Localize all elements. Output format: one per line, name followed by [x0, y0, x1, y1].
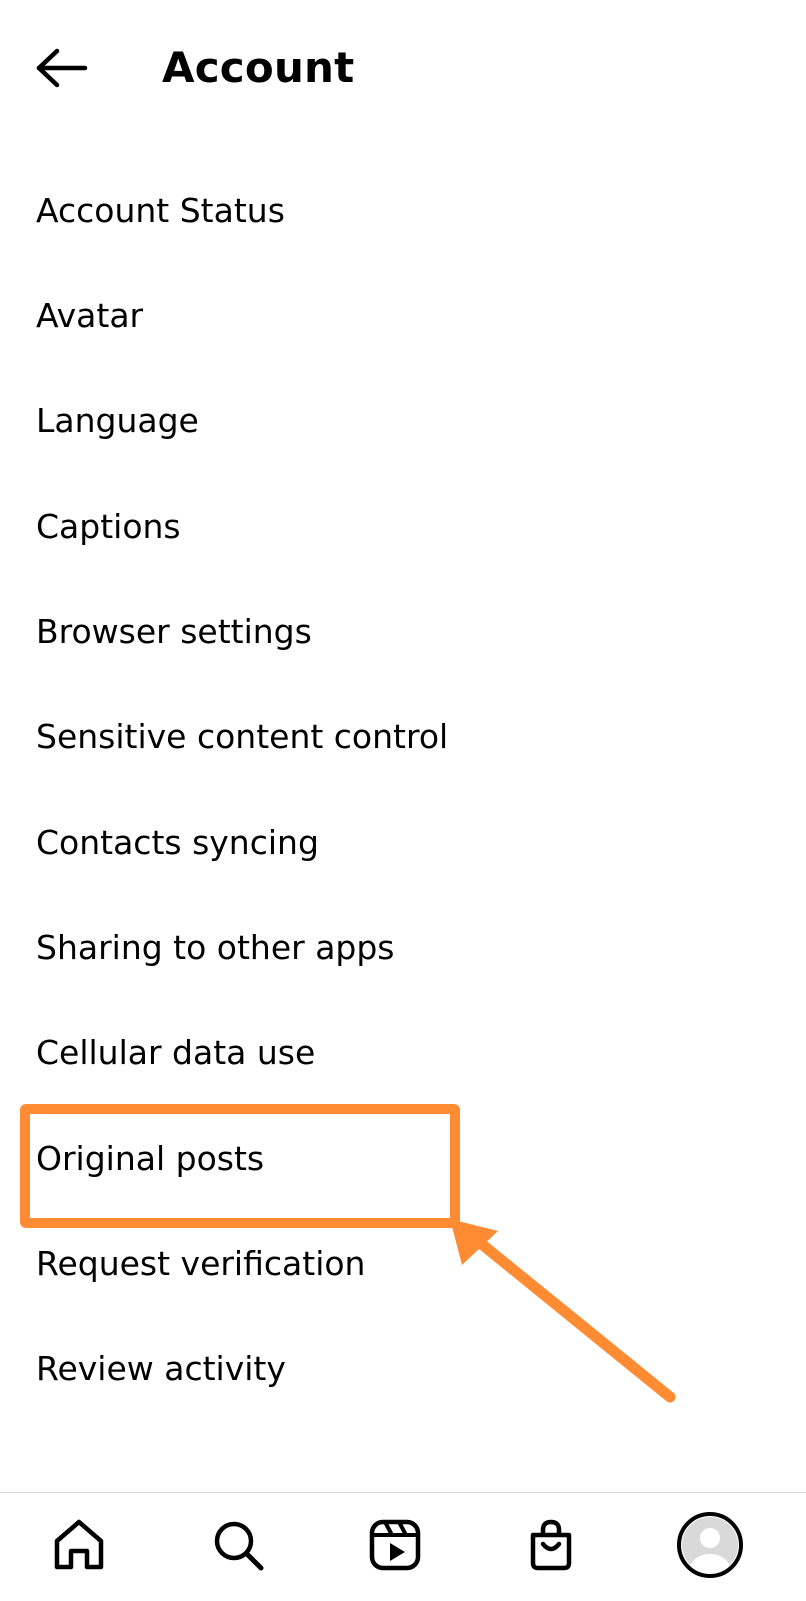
- menu-item-label: Avatar: [36, 296, 144, 335]
- menu-item-label: Review activity: [36, 1349, 286, 1388]
- nav-profile[interactable]: [672, 1507, 748, 1583]
- menu-item-sharing-to-other-apps[interactable]: Sharing to other apps: [0, 895, 806, 1000]
- nav-search[interactable]: [202, 1509, 274, 1581]
- shop-icon: [530, 1519, 572, 1571]
- menu-item-label: Sharing to other apps: [36, 928, 395, 967]
- menu-item-captions[interactable]: Captions: [0, 474, 806, 579]
- menu-item-language[interactable]: Language: [0, 368, 806, 473]
- arrow-left-icon: [36, 48, 88, 88]
- nav-reels[interactable]: [359, 1509, 431, 1581]
- menu-item-label: Sensitive content control: [36, 717, 449, 756]
- search-icon: [214, 1521, 264, 1571]
- menu-item-label: Captions: [36, 507, 181, 546]
- menu-item-account-status[interactable]: Account Status: [0, 158, 806, 263]
- menu-item-browser-settings[interactable]: Browser settings: [0, 579, 806, 684]
- top-bar: Account: [0, 0, 806, 135]
- menu-item-label: Contacts syncing: [36, 823, 319, 862]
- menu-item-original-posts[interactable]: Original posts: [0, 1106, 806, 1211]
- home-icon: [54, 1519, 104, 1570]
- menu-item-label: Browser settings: [36, 612, 312, 651]
- menu-item-cellular-data-use[interactable]: Cellular data use: [0, 1000, 806, 1105]
- menu-item-avatar[interactable]: Avatar: [0, 263, 806, 368]
- profile-avatar: [677, 1512, 743, 1578]
- menu-item-contacts-syncing[interactable]: Contacts syncing: [0, 790, 806, 895]
- menu-item-review-activity[interactable]: Review activity: [0, 1316, 806, 1421]
- menu-item-request-verification[interactable]: Request verification: [0, 1211, 806, 1316]
- menu-item-label: Cellular data use: [36, 1033, 316, 1072]
- menu-item-sensitive-content-control[interactable]: Sensitive content control: [0, 684, 806, 789]
- bottom-nav-bar: [0, 1492, 806, 1601]
- menu-item-label: Language: [36, 401, 199, 440]
- reels-icon: [369, 1519, 421, 1571]
- nav-shop[interactable]: [515, 1509, 587, 1581]
- menu-item-label: Request verification: [36, 1244, 366, 1283]
- back-button[interactable]: [30, 42, 92, 94]
- page-title: Account: [162, 43, 355, 92]
- menu-item-label: Account Status: [36, 191, 285, 230]
- menu-item-label: Original posts: [36, 1139, 265, 1178]
- nav-home[interactable]: [43, 1509, 115, 1581]
